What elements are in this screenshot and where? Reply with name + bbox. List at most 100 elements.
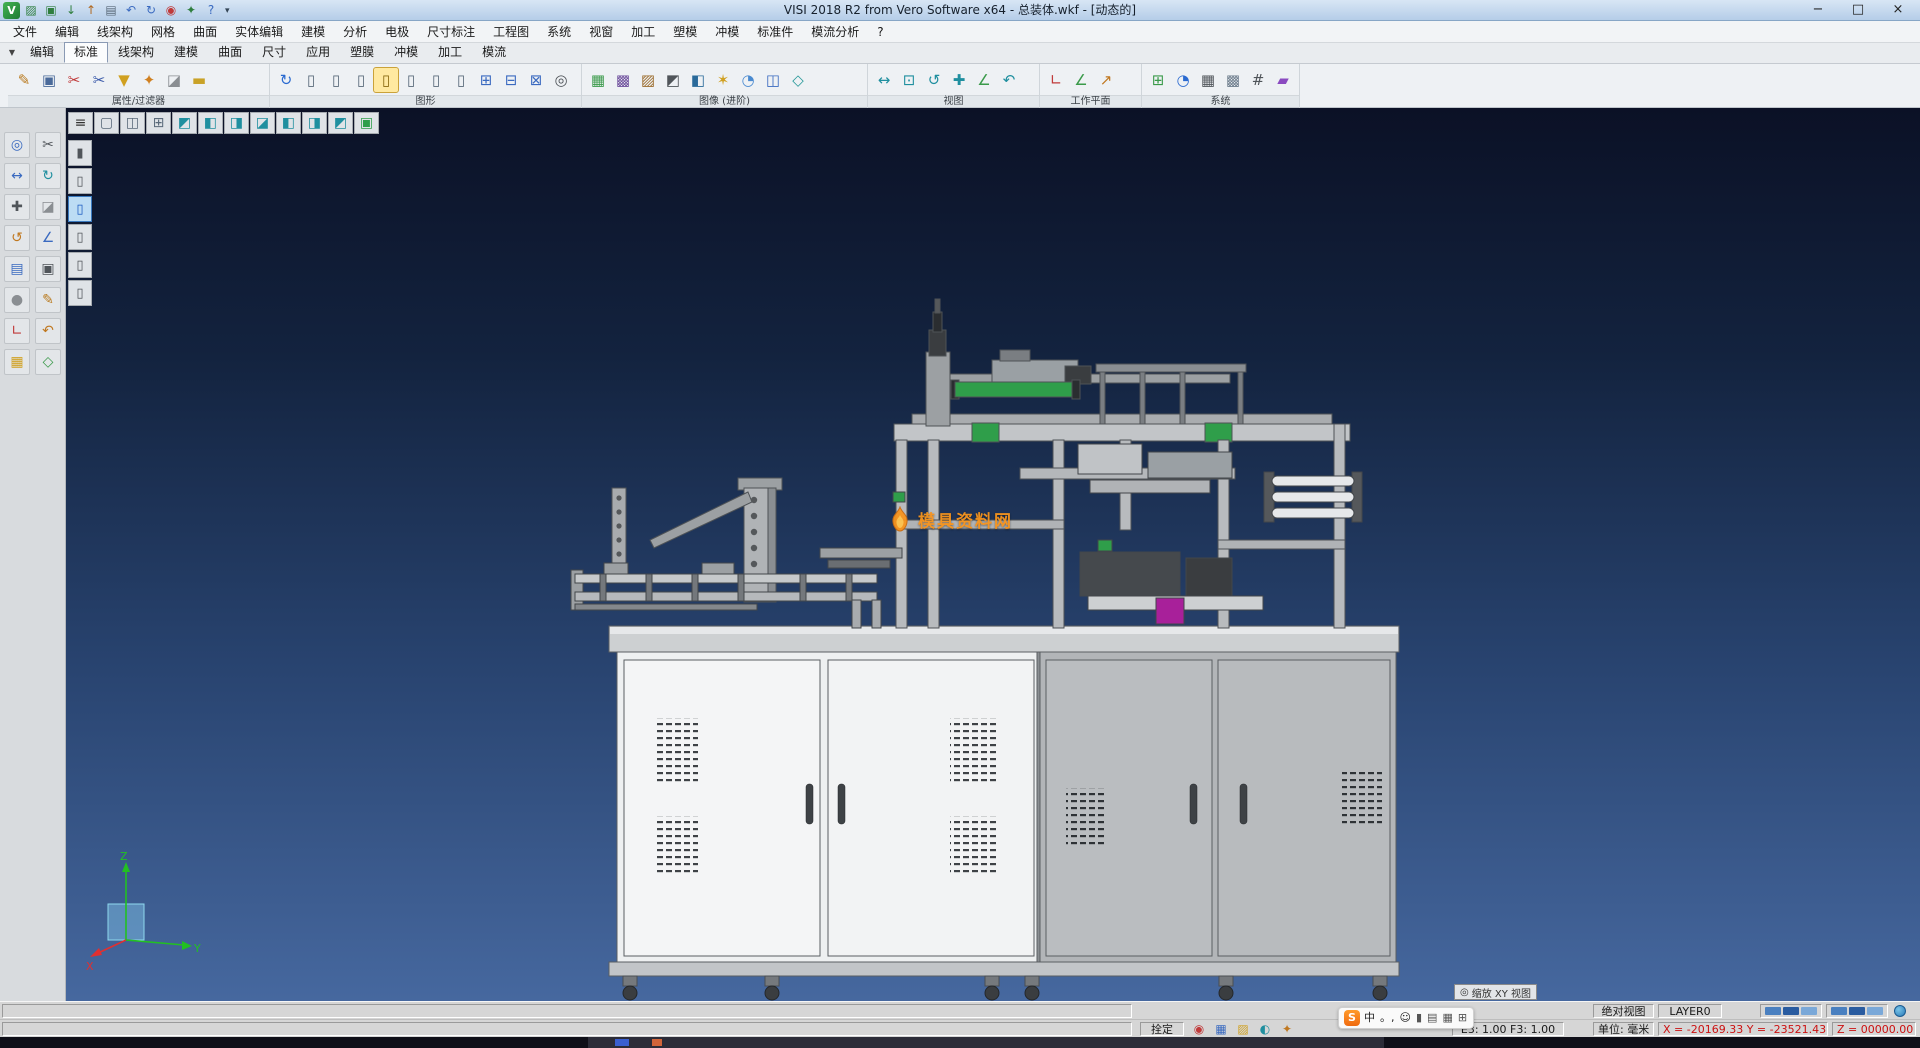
inspect-graphics-icon[interactable]: ◎ [549, 68, 573, 92]
undo-icon[interactable]: ↶ [122, 2, 140, 19]
menu-item[interactable]: 编辑 [46, 21, 88, 43]
tab[interactable]: 塑膜 [340, 42, 384, 63]
ime-logo-icon[interactable]: S [1344, 1010, 1360, 1026]
close-button[interactable]: × [1878, 0, 1918, 21]
filter-surfaces-icon[interactable]: ▯ [68, 224, 92, 250]
ime-toolbox-icon[interactable]: ▦ [1441, 1010, 1453, 1026]
dual-viewport-icon[interactable]: ◫ [120, 112, 145, 134]
group-elements-icon[interactable]: ⊞ [474, 68, 498, 92]
stack-elements-icon[interactable]: ⊟ [499, 68, 523, 92]
tab[interactable]: 模流 [472, 42, 516, 63]
trim-elements-icon[interactable]: ✂ [87, 68, 111, 92]
menu-item[interactable]: 工程图 [484, 21, 538, 43]
system-options-icon[interactable]: ▩ [1221, 68, 1245, 92]
taskbar-window-segment[interactable] [588, 1037, 1384, 1048]
notify-icon[interactable]: ✦ [1278, 1021, 1296, 1037]
transform-tool-icon[interactable]: ↺ [4, 225, 30, 251]
clipboard-tool-icon[interactable]: ▣ [35, 256, 61, 282]
render-quality-icon[interactable]: ▩ [611, 68, 635, 92]
layer-cell[interactable]: LAYER0 [1658, 1004, 1722, 1018]
edit-attributes-icon[interactable]: ✎ [12, 68, 36, 92]
filter-funnel-icon[interactable]: ▼ [112, 68, 136, 92]
shaded-view-icon[interactable]: ▣ [354, 112, 379, 134]
menu-item[interactable]: 模流分析 [802, 21, 868, 43]
view-normal-icon[interactable]: ∠ [972, 68, 996, 92]
perspective-toggle-icon[interactable]: ◇ [786, 68, 810, 92]
menu-item[interactable]: 视窗 [580, 21, 622, 43]
lighting-icon[interactable]: ✶ [711, 68, 735, 92]
cut-elements-icon[interactable]: ✂ [62, 68, 86, 92]
menu-item[interactable]: 电极 [376, 21, 418, 43]
filter-active-icon[interactable]: ▯ [68, 196, 92, 222]
session-icon[interactable]: ◐ [1256, 1021, 1274, 1037]
undo-tool-icon[interactable]: ↶ [35, 318, 61, 344]
minimize-button[interactable]: − [1798, 0, 1838, 21]
measure-tool-icon[interactable]: ∠ [35, 225, 61, 251]
transparency-icon[interactable]: ◔ [736, 68, 760, 92]
stretch-tool-icon[interactable]: ↔ [4, 163, 30, 189]
color-swatch[interactable] [1765, 1007, 1781, 1015]
print-icon[interactable]: ▤ [102, 2, 120, 19]
ime-mic-icon[interactable]: ▮ [1415, 1010, 1423, 1026]
iso-view-icon[interactable]: ◩ [172, 112, 197, 134]
menu-item[interactable]: 系统 [538, 21, 580, 43]
tab[interactable]: 线架构 [108, 42, 164, 63]
erase-tool-icon[interactable]: ◪ [35, 194, 61, 220]
menu-item[interactable]: ? [868, 21, 892, 43]
tab[interactable]: 尺寸 [252, 42, 296, 63]
menu-item[interactable]: 实体编辑 [226, 21, 292, 43]
menu-item[interactable]: 尺寸标注 [418, 21, 484, 43]
tab[interactable]: 加工 [428, 42, 472, 63]
view-mode-cell[interactable]: 绝对视图 [1593, 1004, 1654, 1018]
pan-tool-icon[interactable]: ✚ [4, 194, 30, 220]
ime-panel-icon[interactable]: ⊞ [1457, 1010, 1468, 1026]
shadow-toggle-icon[interactable]: ◩ [661, 68, 685, 92]
right-view-icon[interactable]: ◪ [250, 112, 275, 134]
tab[interactable]: 标准 [64, 42, 108, 63]
menu-item[interactable]: 塑模 [664, 21, 706, 43]
calculator-icon[interactable]: # [1246, 68, 1270, 92]
refresh-graphics-icon[interactable]: ↻ [274, 68, 298, 92]
display-solids-icon[interactable]: ▯ [299, 68, 323, 92]
grid-toggle-icon[interactable]: ▦ [1212, 1021, 1230, 1037]
display-points-icon[interactable]: ▯ [424, 68, 448, 92]
menu-item[interactable]: 加工 [622, 21, 664, 43]
copy-attributes-icon[interactable]: ▣ [37, 68, 61, 92]
zoom-window-icon[interactable]: ⊡ [897, 68, 921, 92]
snap-grid-icon[interactable]: ▦ [1196, 68, 1220, 92]
menu-item[interactable]: 分析 [334, 21, 376, 43]
workplane-world-icon[interactable]: ∟ [1044, 68, 1068, 92]
folder-status-icon[interactable]: ▨ [1234, 1021, 1252, 1037]
top-view-icon[interactable]: ◧ [198, 112, 223, 134]
settings-icon[interactable]: ✦ [182, 2, 200, 19]
filter-wire-icon[interactable]: ▯ [68, 252, 92, 278]
zoom-tool-icon[interactable]: ◎ [4, 132, 30, 158]
section-view-icon[interactable]: ◫ [761, 68, 785, 92]
menu-item[interactable]: 标准件 [748, 21, 802, 43]
left-view-icon[interactable]: ◧ [276, 112, 301, 134]
material-block-icon[interactable]: ▰ [1271, 68, 1295, 92]
layers-tool-icon[interactable]: ▤ [4, 256, 30, 282]
palette-tool-icon[interactable]: ▦ [4, 349, 30, 375]
tab[interactable]: 冲模 [384, 42, 428, 63]
tab-dropdown-icon[interactable]: ▼ [4, 43, 20, 63]
display-edges-icon[interactable]: ▯ [449, 68, 473, 92]
color-swatch[interactable] [1801, 1007, 1817, 1015]
quick-pick-icon[interactable]: ✦ [137, 68, 161, 92]
pan-view-icon[interactable]: ✚ [947, 68, 971, 92]
workplane-dynamic-icon[interactable]: ↗ [1094, 68, 1118, 92]
world-settings-icon[interactable]: ◔ [1171, 68, 1195, 92]
view-list-icon[interactable]: ≡ [68, 112, 93, 134]
single-viewport-icon[interactable]: ▢ [94, 112, 119, 134]
bottom-view-icon[interactable]: ◩ [328, 112, 353, 134]
render-scene-icon[interactable]: ▦ [586, 68, 610, 92]
dynamic-rotate-icon[interactable]: ↺ [922, 68, 946, 92]
menu-item[interactable]: 曲面 [184, 21, 226, 43]
export-icon[interactable]: ↑ [82, 2, 100, 19]
quad-viewport-icon[interactable]: ⊞ [146, 112, 171, 134]
color-swatch[interactable] [1783, 1007, 1799, 1015]
annotate-tool-icon[interactable]: ✎ [35, 287, 61, 313]
capture-icon[interactable]: ◉ [162, 2, 180, 19]
tab[interactable]: 曲面 [208, 42, 252, 63]
filter-solids-icon[interactable]: ▯ [68, 168, 92, 194]
